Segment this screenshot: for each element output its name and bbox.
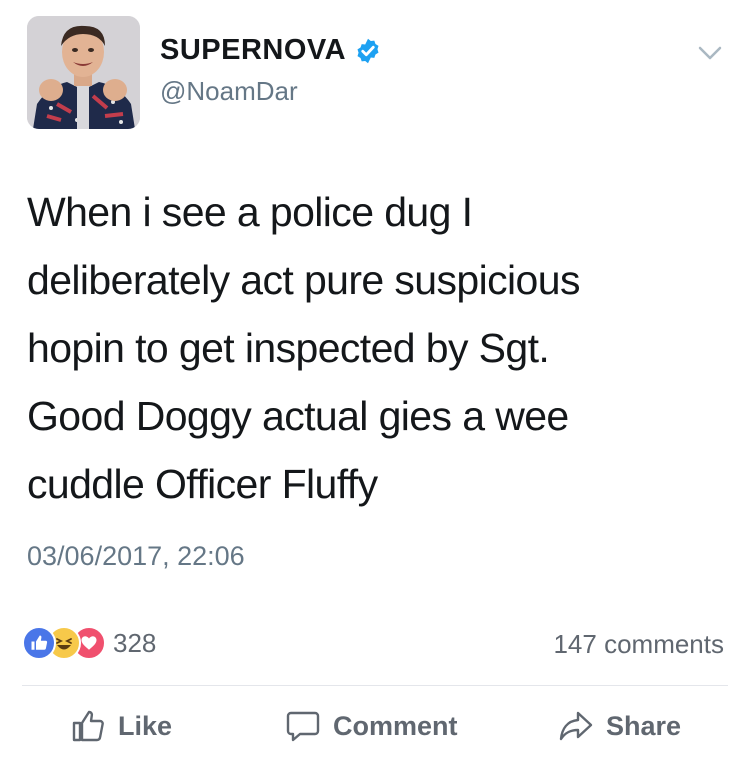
post-text-line: Good Doggy actual gies a wee bbox=[27, 393, 569, 439]
post-text: When i see a police dug I deliberately a… bbox=[27, 178, 727, 518]
avatar[interactable] bbox=[27, 16, 140, 129]
share-arrow-icon bbox=[559, 711, 593, 741]
comments-count[interactable]: 147 comments bbox=[553, 629, 724, 660]
like-reaction-icon bbox=[22, 626, 56, 660]
share-label: Share bbox=[606, 710, 682, 741]
like-button[interactable]: Like bbox=[70, 704, 172, 748]
post-text-line: When i see a police dug I bbox=[27, 189, 473, 235]
reaction-count: 328 bbox=[113, 627, 157, 658]
reactions-summary[interactable]: 328 bbox=[22, 623, 156, 663]
comment-bubble-icon bbox=[286, 711, 320, 742]
display-name[interactable]: SUPERNOVA bbox=[160, 34, 346, 67]
chevron-down-icon[interactable] bbox=[697, 44, 723, 62]
post-text-line: deliberately act pure suspicious bbox=[27, 257, 580, 303]
comment-label: Comment bbox=[333, 710, 458, 741]
user-handle[interactable]: @NoamDar bbox=[160, 76, 298, 107]
comment-button[interactable]: Comment bbox=[285, 704, 458, 748]
like-label: Like bbox=[118, 710, 173, 741]
thumbs-up-icon bbox=[72, 710, 104, 742]
verified-badge-icon bbox=[357, 38, 379, 63]
profile-photo-icon bbox=[27, 16, 140, 129]
share-button[interactable]: Share bbox=[558, 704, 681, 748]
post-text-line: cuddle Officer Fluffy bbox=[27, 461, 378, 507]
divider bbox=[22, 685, 728, 686]
display-name-row[interactable]: SUPERNOVA bbox=[160, 34, 382, 67]
post-text-line: hopin to get inspected by Sgt. bbox=[27, 325, 550, 371]
post-timestamp[interactable]: 03/06/2017, 22:06 bbox=[27, 541, 245, 572]
